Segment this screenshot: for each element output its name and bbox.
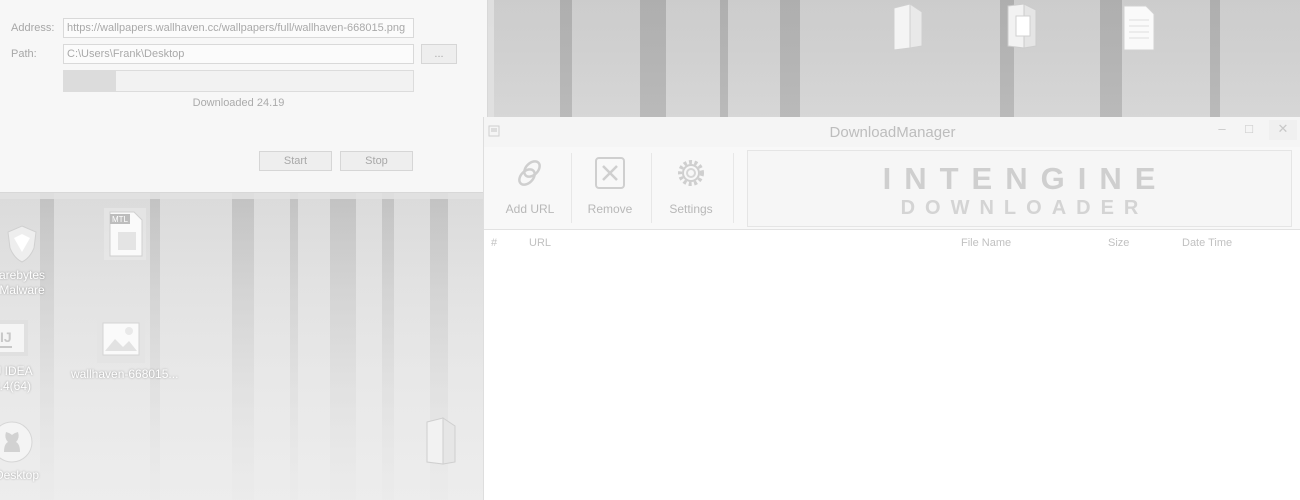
link-icon — [518, 160, 541, 186]
desktop-icon-folder-bottom[interactable] — [406, 414, 476, 468]
desktop-icon-github[interactable]: b Desktop — [0, 420, 62, 483]
stop-button[interactable]: Stop — [340, 151, 413, 171]
desktop-icon-folder[interactable] — [858, 2, 958, 52]
banner-line-1: INTENGINE — [882, 161, 1169, 196]
column-header-date-time[interactable]: Date Time — [1182, 237, 1232, 249]
add-url-button[interactable]: Add URL — [490, 155, 570, 225]
download-list[interactable]: # URL File Name Size Date Time — [484, 229, 1300, 500]
column-header-file-name[interactable]: File Name — [961, 237, 1011, 249]
window-title: DownloadManager — [829, 124, 956, 141]
desktop-icon-label: Malware — [0, 283, 45, 297]
folder-icon — [426, 417, 456, 465]
download-manager-window: DownloadManager – □ ✕ Add URL Remove Set… — [483, 117, 1300, 500]
desktop-icon-label: -3.4(64) — [0, 379, 32, 393]
browse-button[interactable]: ... — [421, 44, 457, 64]
desktop-icon-folder-doc[interactable] — [972, 2, 1072, 52]
download-dialog: Address: https://wallpapers.wallhaven.cc… — [0, 0, 488, 193]
desktop-icon-label: b Desktop — [0, 468, 40, 482]
download-progress-fill — [64, 71, 117, 91]
github-icon — [0, 421, 33, 463]
toolbar-separator — [733, 153, 734, 223]
gear-icon — [678, 160, 704, 186]
maximize-button[interactable]: □ — [1235, 120, 1263, 140]
mtl-file-icon: MTL — [104, 208, 146, 260]
download-progress-bar — [63, 70, 414, 92]
add-url-label: Add URL — [505, 202, 555, 216]
desktop-icon-intellij[interactable]: IJ lliJ IDEA -3.4(64) — [0, 316, 60, 394]
mtl-badge: MTL — [112, 215, 129, 224]
svg-text:IJ: IJ — [0, 329, 12, 345]
address-field[interactable]: https://wallpapers.wallhaven.cc/wallpape… — [63, 18, 414, 38]
intengine-banner: INTENGINE DOWNLOADER — [747, 150, 1292, 227]
column-header-index[interactable]: # — [491, 237, 497, 249]
desktop-icon-label: lliJ IDEA — [0, 364, 33, 378]
banner-line-2: DOWNLOADER — [900, 197, 1149, 219]
desktop-icon-malwarebytes[interactable]: arebytes Malware — [0, 222, 72, 298]
desktop-icon-wallhaven-image[interactable]: wallhaven-668015... — [71, 315, 179, 382]
remove-button[interactable]: Remove — [570, 155, 650, 225]
column-header-size[interactable]: Size — [1108, 237, 1129, 249]
desktop-icon-label: arebytes — [0, 268, 46, 282]
path-field[interactable]: C:\Users\Frank\Desktop — [63, 44, 414, 64]
download-status: Downloaded 24.19 — [192, 97, 285, 109]
path-label: Path: — [11, 48, 37, 60]
shield-icon — [7, 225, 37, 263]
title-bar[interactable]: DownloadManager – □ ✕ — [484, 117, 1300, 147]
image-file-icon — [97, 315, 145, 363]
start-button[interactable]: Start — [259, 151, 332, 171]
remove-icon — [595, 157, 625, 189]
folder-document-icon — [1007, 3, 1037, 49]
minimize-button[interactable]: – — [1208, 120, 1236, 140]
toolbar: Add URL Remove Settings INTENGINE DOWNLO… — [484, 147, 1300, 229]
settings-label: Settings — [669, 202, 713, 216]
desktop-icon-label: wallhaven-668015... — [71, 367, 179, 381]
settings-button[interactable]: Settings — [651, 155, 731, 225]
address-label: Address: — [11, 22, 55, 34]
desktop-icon-document[interactable] — [1088, 4, 1188, 52]
desktop-icon-mtl-file[interactable]: MTL — [75, 206, 175, 262]
column-header-url[interactable]: URL — [529, 237, 551, 249]
intellij-icon: IJ — [0, 320, 28, 356]
remove-label: Remove — [587, 202, 633, 216]
close-button[interactable]: ✕ — [1269, 120, 1297, 140]
document-icon — [1123, 5, 1155, 51]
folder-icon — [893, 3, 923, 51]
